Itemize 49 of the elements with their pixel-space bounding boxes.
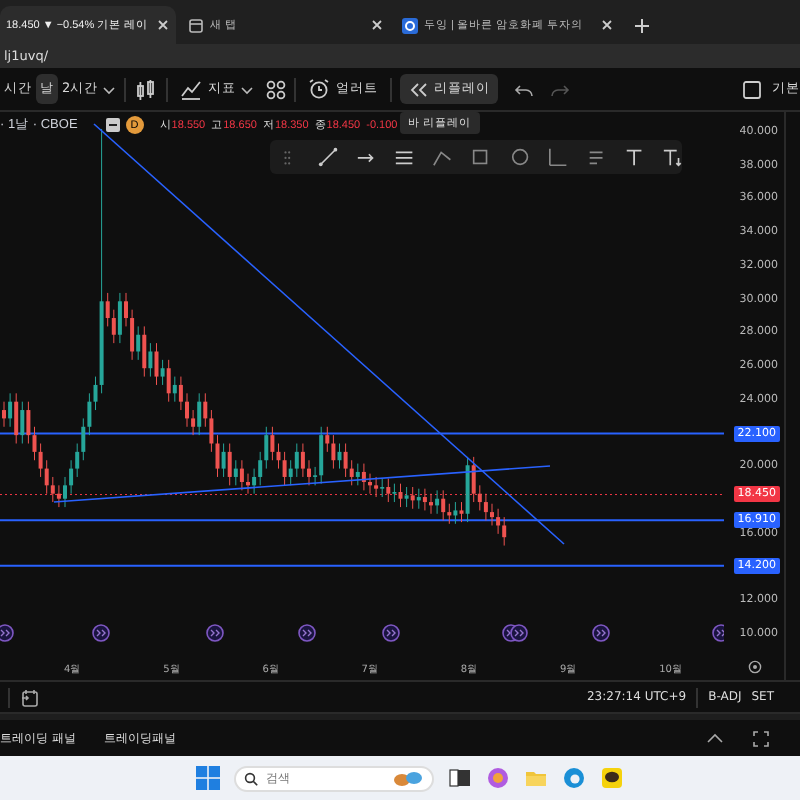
alarm-clock-icon	[308, 78, 331, 100]
new-tab-icon[interactable]	[634, 17, 650, 33]
circle-tool-icon[interactable]	[509, 146, 530, 168]
horizontal-line[interactable]	[0, 432, 725, 435]
replay-marker-icon[interactable]	[712, 624, 725, 642]
line-chart-icon	[180, 79, 203, 99]
line-tool-icon[interactable]	[318, 146, 339, 168]
redo-icon[interactable]	[550, 81, 571, 97]
horizontal-line[interactable]	[0, 519, 725, 522]
copilot-icon[interactable]	[486, 766, 510, 790]
chevron-down-icon[interactable]	[240, 83, 255, 95]
replay-marker-icon[interactable]	[510, 624, 528, 642]
candles-icon[interactable]	[134, 77, 159, 101]
close-icon[interactable]	[600, 18, 614, 32]
page-icon	[188, 17, 204, 33]
templates-icon[interactable]	[266, 79, 287, 99]
chat-app-icon[interactable]	[600, 766, 624, 790]
trend-line[interactable]	[53, 465, 551, 503]
settings-icon[interactable]	[748, 660, 763, 674]
horizontal-line[interactable]	[0, 564, 725, 567]
undo-icon[interactable]	[514, 81, 535, 97]
maximize-icon[interactable]	[752, 729, 770, 747]
text-size-icon[interactable]	[661, 146, 683, 168]
close-icon[interactable]	[370, 18, 384, 32]
browser-icon[interactable]	[562, 766, 586, 790]
rectangle-tool-icon[interactable]	[470, 146, 492, 168]
rewind-icon	[408, 81, 429, 97]
layout-icon[interactable]	[742, 79, 762, 99]
collapse-icon[interactable]	[105, 118, 120, 132]
replay-marker-icon[interactable]	[382, 624, 400, 642]
text-tool-icon[interactable]	[623, 146, 644, 168]
chevron-down-icon[interactable]	[102, 83, 117, 95]
close-icon[interactable]	[156, 18, 170, 32]
replay-marker-icon[interactable]	[206, 624, 224, 642]
replay-marker-icon[interactable]	[0, 624, 14, 642]
replay-marker-icon[interactable]	[298, 624, 316, 642]
measure-icon[interactable]	[547, 146, 568, 168]
windows-start-icon[interactable]	[196, 766, 220, 790]
replay-marker-icon[interactable]	[92, 624, 110, 642]
search-highlight-icon	[392, 769, 424, 787]
list-icon[interactable]	[585, 146, 606, 168]
site-icon	[402, 17, 418, 33]
parallel-lines-icon[interactable]	[394, 146, 415, 168]
search-icon	[244, 771, 258, 785]
task-view-icon[interactable]	[448, 766, 472, 790]
chevron-up-icon[interactable]	[706, 732, 724, 744]
path-tool-icon[interactable]	[432, 146, 453, 168]
replay-marker-icon[interactable]	[592, 624, 610, 642]
date-range-icon[interactable]	[20, 687, 40, 707]
